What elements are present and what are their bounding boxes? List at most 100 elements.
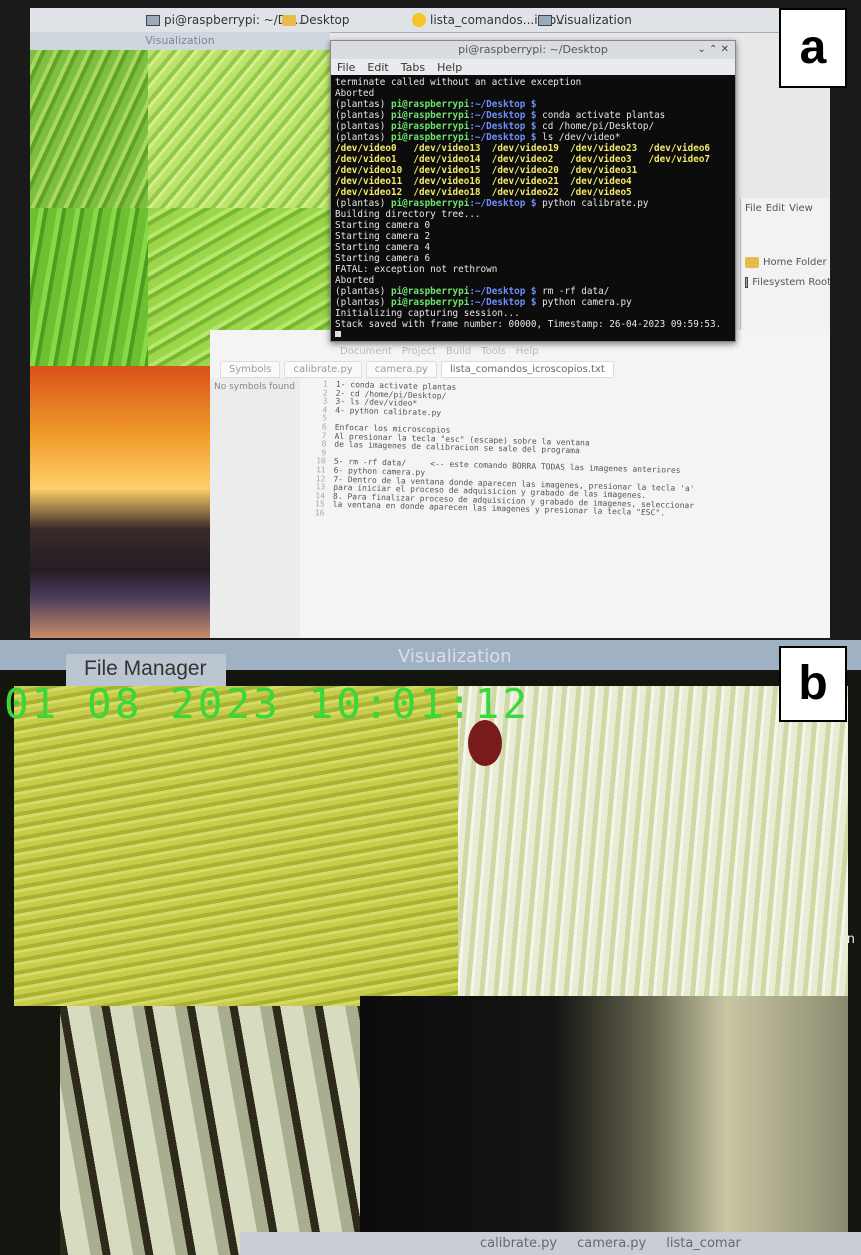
terminal-icon	[146, 14, 160, 26]
tab-lista-comandos[interactable]: lista_comandos_icroscopios.txt	[440, 360, 614, 378]
device-list: /dev/video11 /dev/video16 /dev/video21 /…	[335, 176, 632, 187]
file-manager-menubar: File Edit View	[741, 198, 830, 218]
prompt-command: ls /dev/video*	[536, 132, 621, 143]
fm-menu-edit[interactable]: Edit	[766, 203, 785, 214]
prompt-env: (plantas)	[335, 99, 391, 110]
prompt-command: cd /home/pi/Desktop/	[536, 121, 655, 132]
taskbar: pi@raspberrypi: ~/De... Desktop lista_co…	[30, 8, 830, 33]
taskbar-visualization-label: Visualization	[556, 13, 632, 27]
terminal-line: Stack saved with frame number: 00000, Ti…	[335, 319, 731, 330]
prompt-path: :~/Desktop $	[469, 198, 537, 209]
output-text: Starting camera 4	[335, 242, 431, 253]
prompt-path: :~/Desktop $	[469, 110, 537, 121]
tab-lista-b[interactable]: lista_comar	[666, 1236, 741, 1251]
side-text: on	[838, 932, 855, 947]
terminal-line: /dev/video11 /dev/video16 /dev/video21 /…	[335, 176, 731, 187]
terminal-line: FATAL: exception not rethrown	[335, 264, 731, 275]
geany-menu-document[interactable]: Document	[340, 346, 392, 360]
window-controls[interactable]: ⌄ ⌃ ✕	[698, 41, 730, 59]
term-menu-tabs[interactable]: Tabs	[401, 61, 425, 74]
terminal-line: Aborted	[335, 275, 731, 286]
geany-menu-help[interactable]: Help	[516, 346, 539, 360]
terminal-line: /dev/video12 /dev/video18 /dev/video22 /…	[335, 187, 731, 198]
visualization-title: Visualization	[398, 646, 512, 667]
fm-item-root[interactable]: Filesystem Root	[741, 272, 830, 292]
camera-view	[14, 686, 458, 1006]
prompt-path: :~/Desktop $	[469, 297, 537, 308]
folder-icon	[282, 14, 296, 26]
camera-tile	[30, 50, 148, 208]
terminal-line: /dev/video0 /dev/video13 /dev/video19 /d…	[335, 143, 731, 154]
terminal-line: Starting camera 2	[335, 231, 731, 242]
camera-view	[360, 996, 848, 1255]
terminal-line: Starting camera 0	[335, 220, 731, 231]
geany-tabbar-b: calibrate.py camera.py lista_comar	[240, 1232, 861, 1255]
terminal-line: terminate called without an active excep…	[335, 77, 731, 88]
terminal-line: (plantas) pi@raspberrypi:~/Desktop $ pyt…	[335, 297, 731, 308]
camera-view	[60, 1006, 360, 1255]
monitor-screen-b: Visualization File Manager 01 08 2023 10…	[0, 640, 861, 1255]
capture-timestamp: 01 08 2023 10:01:12	[4, 680, 530, 728]
prompt-path: :~/Desktop $	[469, 121, 537, 132]
panel-b: Visualization File Manager 01 08 2023 10…	[0, 640, 861, 1255]
device-list: /dev/video10 /dev/video15 /dev/video20 /…	[335, 165, 638, 176]
tab-symbols[interactable]: Symbols	[220, 360, 281, 378]
prompt-path: :~/Desktop $	[469, 286, 537, 297]
output-text: FATAL: exception not rethrown	[335, 264, 498, 275]
terminal-output[interactable]: terminate called without an active excep…	[331, 75, 735, 337]
panel-a: pi@raspberrypi: ~/De... Desktop lista_co…	[0, 0, 861, 640]
symbols-empty-text: No symbols found	[214, 382, 295, 392]
output-text: Starting camera 2	[335, 231, 431, 242]
panel-label-b: b	[779, 646, 847, 722]
terminal-line: /dev/video10 /dev/video15 /dev/video20 /…	[335, 165, 731, 176]
terminal-line: (plantas) pi@raspberrypi:~/Desktop $ rm …	[335, 286, 731, 297]
device-list: /dev/video1 /dev/video14 /dev/video2 /de…	[335, 154, 711, 165]
symbols-panel: No symbols found	[210, 378, 300, 638]
fm-item-root-label: Filesystem Root	[752, 276, 830, 288]
term-menu-file[interactable]: File	[337, 61, 355, 74]
output-text: Aborted	[335, 88, 375, 99]
geany-menubar: Document Project Build Tools Help	[210, 346, 830, 360]
tab-calibrate-b[interactable]: calibrate.py	[480, 1236, 557, 1251]
output-text: Starting camera 6	[335, 253, 431, 264]
geany-menu-project[interactable]: Project	[402, 346, 436, 360]
prompt-user: pi@raspberrypi	[390, 110, 470, 121]
prompt-user: pi@raspberrypi	[390, 99, 470, 110]
fm-item-home[interactable]: Home Folder	[741, 252, 830, 272]
geany-menu-build[interactable]: Build	[446, 346, 471, 360]
term-menu-help[interactable]: Help	[437, 61, 462, 74]
terminal-titlebar: pi@raspberrypi: ~/Desktop ⌄ ⌃ ✕	[331, 41, 735, 59]
prompt-path: :~/Desktop $	[469, 99, 537, 110]
terminal-line: Aborted	[335, 88, 731, 99]
term-menu-edit[interactable]: Edit	[367, 61, 388, 74]
file-manager-window[interactable]: File Edit View Home Folder Filesystem Ro…	[740, 198, 830, 348]
terminal-window[interactable]: pi@raspberrypi: ~/Desktop ⌄ ⌃ ✕ File Edi…	[330, 40, 736, 342]
terminal-cursor	[335, 330, 341, 337]
prompt-user: pi@raspberrypi	[390, 198, 470, 209]
output-text: Starting camera 0	[335, 220, 431, 231]
prompt-env: (plantas)	[335, 121, 391, 132]
panel-label-a: a	[779, 8, 847, 88]
prompt-command: rm -rf data/	[536, 286, 610, 297]
prompt-env: (plantas)	[335, 132, 391, 143]
line-number: 16	[314, 508, 325, 518]
visualization-title: Visualization	[30, 32, 330, 50]
geany-editor-window[interactable]: lista_comandos_microscopios.txt - /home/…	[210, 330, 830, 638]
tab-calibrate[interactable]: calibrate.py	[284, 360, 362, 378]
prompt-user: pi@raspberrypi	[390, 297, 470, 308]
prompt-env: (plantas)	[335, 286, 391, 297]
tab-camera[interactable]: camera.py	[365, 360, 437, 378]
prompt-env: (plantas)	[335, 198, 391, 209]
taskbar-visualization[interactable]: Visualization	[538, 11, 632, 29]
output-text: Building directory tree...	[335, 209, 481, 220]
terminal-line: /dev/video1 /dev/video14 /dev/video2 /de…	[335, 154, 731, 165]
output-text: Aborted	[335, 275, 375, 286]
fm-menu-view[interactable]: View	[789, 203, 813, 214]
terminal-line: (plantas) pi@raspberrypi:~/Desktop $ ls …	[335, 132, 731, 143]
tab-camera-b[interactable]: camera.py	[577, 1236, 646, 1251]
code-area[interactable]: 1 1- conda activate plantas 2 2- cd /home/p…	[299, 379, 826, 638]
terminal-line: (plantas) pi@raspberrypi:~/Desktop $ pyt…	[335, 198, 731, 209]
fm-menu-file[interactable]: File	[745, 203, 762, 214]
taskbar-desktop[interactable]: Desktop	[282, 11, 350, 29]
geany-menu-tools[interactable]: Tools	[481, 346, 506, 360]
